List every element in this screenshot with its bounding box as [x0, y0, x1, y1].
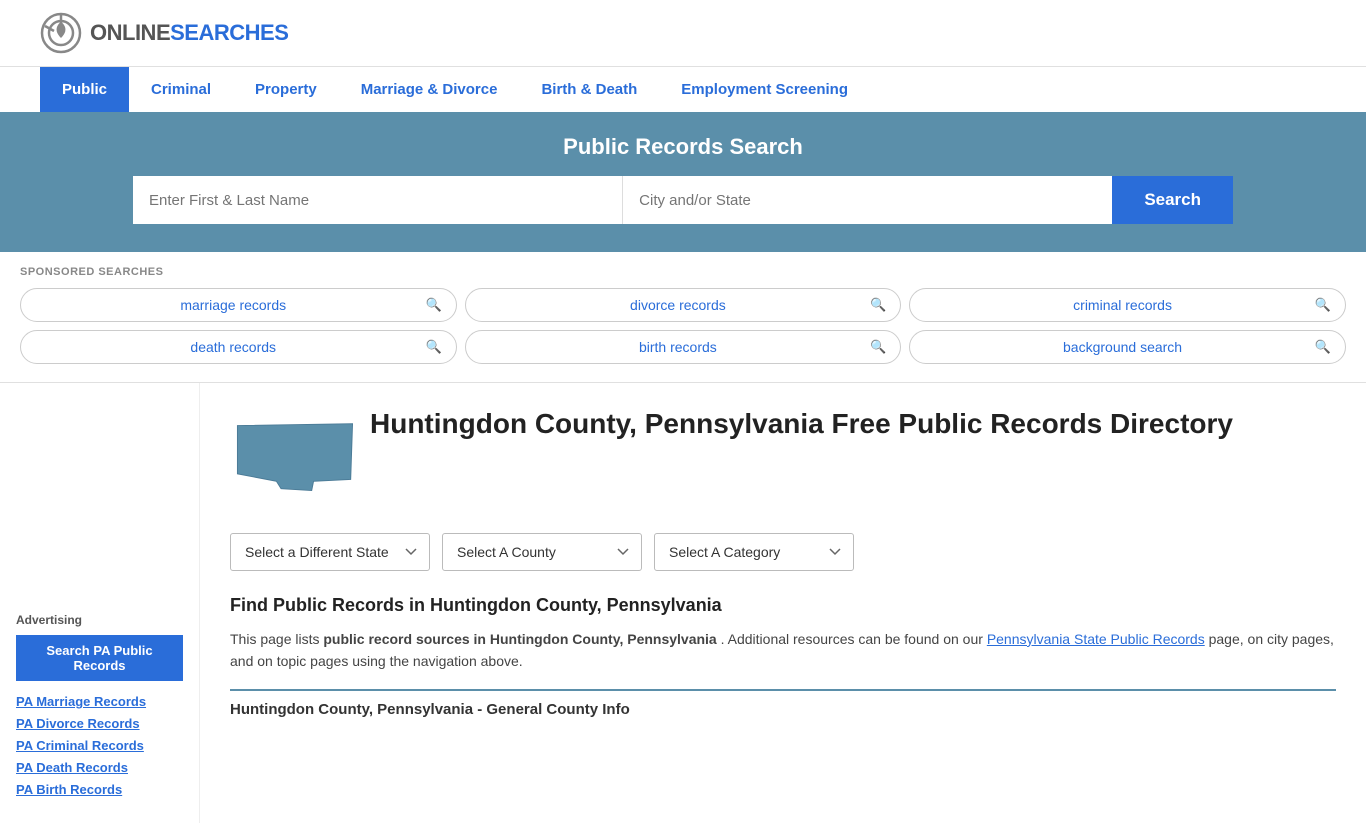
dropdowns-row: Select a Different State Select A County… — [230, 533, 1336, 571]
county-dropdown[interactable]: Select A County — [442, 533, 642, 571]
find-state-link[interactable]: Pennsylvania State Public Records — [987, 631, 1205, 647]
logo-online: ONLINE — [90, 20, 170, 46]
sidebar-link-criminal[interactable]: PA Criminal Records — [16, 738, 144, 753]
search-icon: 🔍 — [870, 297, 886, 313]
sponsored-item-death[interactable]: death records 🔍 — [20, 330, 457, 364]
search-icon: 🔍 — [1315, 339, 1331, 355]
search-bar: Search — [133, 176, 1233, 224]
state-map-area: Huntingdon County, Pennsylvania Free Pub… — [230, 407, 1336, 503]
search-icon: 🔍 — [1315, 297, 1331, 313]
sponsored-item-marriage[interactable]: marriage records 🔍 — [20, 288, 457, 322]
pennsylvania-map-svg — [230, 407, 360, 500]
list-item: PA Marriage Records — [16, 693, 183, 709]
nav-item-public[interactable]: Public — [40, 67, 129, 112]
sponsored-item-marriage-text: marriage records — [41, 297, 425, 313]
sponsored-item-birth-text: birth records — [486, 339, 870, 355]
sponsored-grid: marriage records 🔍 divorce records 🔍 cri… — [20, 288, 1346, 364]
sidebar-link-marriage[interactable]: PA Marriage Records — [16, 694, 146, 709]
find-text-2: . Additional resources can be found on o… — [721, 631, 987, 647]
list-item: PA Death Records — [16, 759, 183, 775]
search-icon: 🔍 — [425, 339, 441, 355]
search-icon: 🔍 — [870, 339, 886, 355]
sponsored-item-death-text: death records — [41, 339, 425, 355]
search-icon: 🔍 — [425, 297, 441, 313]
sponsored-label: SPONSORED SEARCHES — [20, 266, 1346, 278]
site-header: ONLINE SEARCHES — [0, 0, 1366, 66]
logo-text: ONLINE SEARCHES — [90, 20, 288, 46]
title-text: Huntingdon County, Pennsylvania Free Pub… — [370, 407, 1233, 461]
find-records-title: Find Public Records in Huntingdon County… — [230, 595, 1336, 616]
sponsored-item-birth[interactable]: birth records 🔍 — [465, 330, 902, 364]
name-input[interactable] — [133, 176, 623, 224]
sponsored-item-criminal[interactable]: criminal records 🔍 — [909, 288, 1346, 322]
main-nav: Public Criminal Property Marriage & Divo… — [0, 66, 1366, 112]
state-map — [230, 407, 360, 503]
sidebar-link-divorce[interactable]: PA Divorce Records — [16, 716, 140, 731]
nav-item-marriage-divorce[interactable]: Marriage & Divorce — [339, 67, 520, 112]
nav-item-birth-death[interactable]: Birth & Death — [519, 67, 659, 112]
find-records-text: This page lists public record sources in… — [230, 628, 1336, 673]
logo-icon — [40, 12, 82, 54]
nav-item-employment[interactable]: Employment Screening — [659, 67, 870, 112]
nav-item-property[interactable]: Property — [233, 67, 339, 112]
location-input[interactable] — [623, 176, 1112, 224]
find-text-1: This page lists — [230, 631, 323, 647]
section-subtitle: Huntingdon County, Pennsylvania - Genera… — [230, 691, 1336, 718]
content-wrapper: Advertising Search PA Public Records PA … — [0, 383, 1366, 823]
advertising-label: Advertising — [16, 613, 183, 627]
sponsored-item-background-text: background search — [930, 339, 1314, 355]
sponsored-section: SPONSORED SEARCHES marriage records 🔍 di… — [0, 252, 1366, 383]
list-item: PA Criminal Records — [16, 737, 183, 753]
logo[interactable]: ONLINE SEARCHES — [40, 12, 288, 54]
list-item: PA Divorce Records — [16, 715, 183, 731]
category-dropdown[interactable]: Select A Category — [654, 533, 854, 571]
nav-item-criminal[interactable]: Criminal — [129, 67, 233, 112]
sidebar-link-birth[interactable]: PA Birth Records — [16, 782, 122, 797]
logo-searches: SEARCHES — [170, 20, 288, 46]
sidebar-promo-button[interactable]: Search PA Public Records — [16, 635, 183, 681]
state-dropdown[interactable]: Select a Different State — [230, 533, 430, 571]
sponsored-item-divorce[interactable]: divorce records 🔍 — [465, 288, 902, 322]
hero-title: Public Records Search — [40, 134, 1326, 160]
search-button[interactable]: Search — [1112, 176, 1233, 224]
nav-inner: Public Criminal Property Marriage & Divo… — [0, 67, 1366, 112]
sponsored-item-divorce-text: divorce records — [486, 297, 870, 313]
sidebar: Advertising Search PA Public Records PA … — [0, 383, 200, 823]
page-title: Huntingdon County, Pennsylvania Free Pub… — [370, 407, 1233, 441]
list-item: PA Birth Records — [16, 781, 183, 797]
hero-banner: Public Records Search Search — [0, 112, 1366, 252]
sponsored-item-criminal-text: criminal records — [930, 297, 1314, 313]
sidebar-links: PA Marriage Records PA Divorce Records P… — [16, 693, 183, 797]
main-content: Huntingdon County, Pennsylvania Free Pub… — [200, 383, 1366, 823]
sponsored-item-background[interactable]: background search 🔍 — [909, 330, 1346, 364]
find-bold: public record sources in Huntingdon Coun… — [323, 631, 716, 647]
